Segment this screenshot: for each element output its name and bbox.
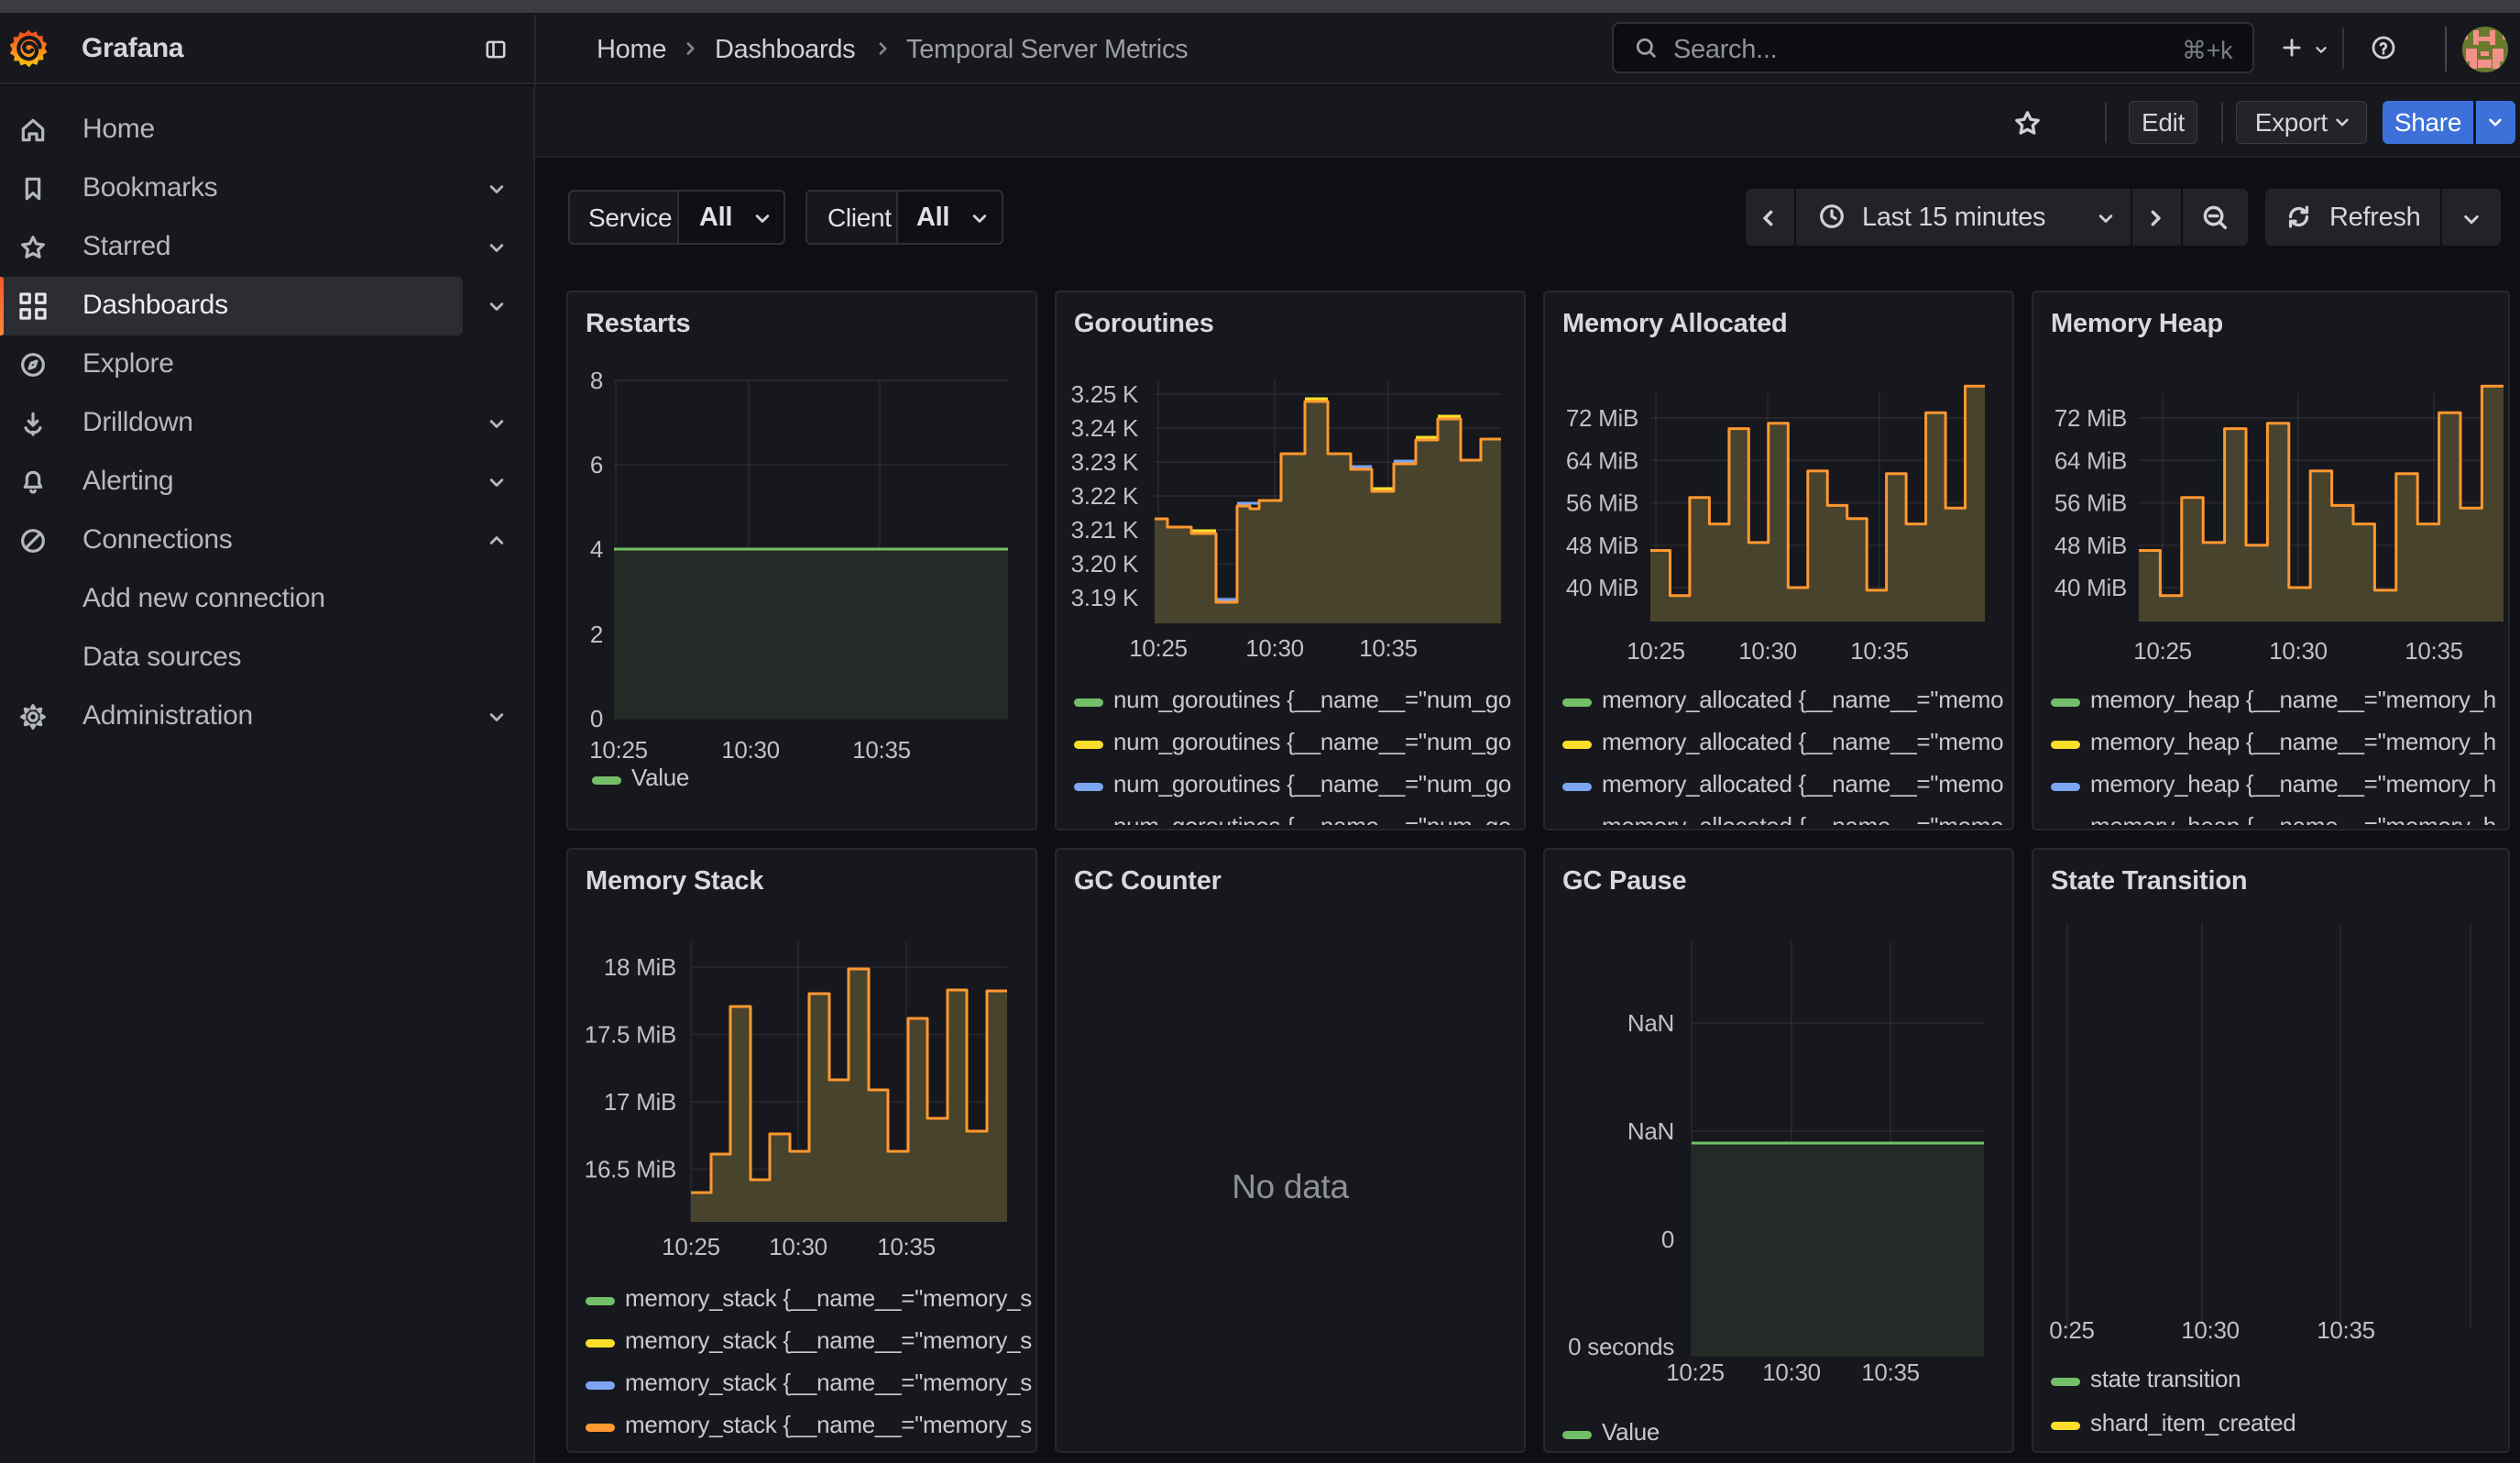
svg-text:2: 2 (590, 621, 603, 648)
svg-text:10:35: 10:35 (877, 1233, 936, 1260)
svg-text:56 MiB: 56 MiB (2054, 490, 2127, 517)
svg-text:17 MiB: 17 MiB (604, 1088, 676, 1116)
svg-text:0 seconds: 0 seconds (1568, 1333, 1674, 1360)
svg-text:72 MiB: 72 MiB (1566, 404, 1638, 432)
svg-text:18 MiB: 18 MiB (604, 953, 676, 981)
svg-text:0:25: 0:25 (2049, 1316, 2094, 1344)
svg-text:10:30: 10:30 (1245, 634, 1304, 662)
svg-text:10:30: 10:30 (1762, 1358, 1821, 1386)
svg-text:NaN: NaN (1627, 1117, 1674, 1145)
svg-text:10:35: 10:35 (852, 736, 911, 764)
svg-text:40 MiB: 40 MiB (2054, 574, 2127, 601)
svg-text:48 MiB: 48 MiB (2054, 532, 2127, 559)
svg-text:64 MiB: 64 MiB (2054, 446, 2127, 474)
svg-text:16.5 MiB: 16.5 MiB (585, 1156, 676, 1183)
svg-text:10:35: 10:35 (1861, 1358, 1920, 1386)
svg-text:4: 4 (590, 535, 603, 563)
svg-text:10:35: 10:35 (2317, 1316, 2375, 1344)
svg-text:10:25: 10:25 (1666, 1358, 1725, 1386)
svg-text:17.5 MiB: 17.5 MiB (585, 1021, 676, 1049)
svg-text:72 MiB: 72 MiB (2054, 404, 2127, 432)
svg-text:3.24 K: 3.24 K (1071, 414, 1139, 442)
svg-text:NaN: NaN (1627, 1009, 1674, 1037)
svg-text:10:25: 10:25 (662, 1233, 720, 1260)
svg-text:10:30: 10:30 (1738, 637, 1797, 665)
svg-text:64 MiB: 64 MiB (1566, 446, 1638, 474)
svg-text:10:35: 10:35 (1359, 634, 1418, 662)
svg-text:10:30: 10:30 (769, 1233, 827, 1260)
svg-text:10:30: 10:30 (2269, 637, 2328, 665)
svg-text:3.20 K: 3.20 K (1071, 550, 1139, 578)
svg-text:48 MiB: 48 MiB (1566, 532, 1638, 559)
svg-text:6: 6 (590, 451, 603, 478)
svg-text:10:35: 10:35 (2405, 637, 2463, 665)
svg-text:56 MiB: 56 MiB (1566, 490, 1638, 517)
svg-text:3.21 K: 3.21 K (1071, 516, 1139, 544)
svg-text:10:25: 10:25 (1627, 637, 1685, 665)
svg-text:3.25 K: 3.25 K (1071, 380, 1139, 408)
svg-text:40 MiB: 40 MiB (1566, 574, 1638, 601)
svg-text:8: 8 (590, 367, 603, 394)
svg-text:10:35: 10:35 (1850, 637, 1909, 665)
svg-text:3.23 K: 3.23 K (1071, 448, 1139, 476)
svg-text:0: 0 (590, 705, 603, 732)
svg-text:3.22 K: 3.22 K (1071, 482, 1139, 510)
svg-text:10:25: 10:25 (589, 736, 648, 764)
svg-text:3.19 K: 3.19 K (1071, 584, 1139, 611)
svg-text:10:30: 10:30 (721, 736, 780, 764)
svg-text:10:25: 10:25 (1129, 634, 1188, 662)
svg-text:10:25: 10:25 (2133, 637, 2192, 665)
svg-text:10:30: 10:30 (2181, 1316, 2240, 1344)
svg-text:0: 0 (1661, 1226, 1674, 1253)
